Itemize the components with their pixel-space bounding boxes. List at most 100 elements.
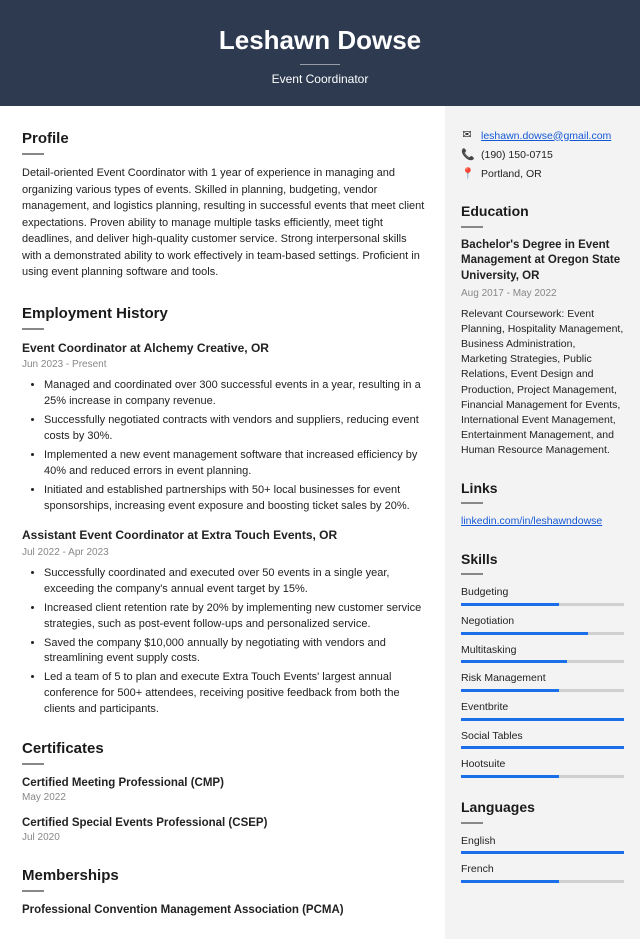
education-text: Relevant Coursework: Event Planning, Hos…: [461, 307, 624, 459]
bullet: Successfully negotiated contracts with v…: [44, 413, 427, 445]
skill-item: English: [461, 834, 624, 855]
section-underline: [22, 890, 44, 892]
pin-icon: 📍: [461, 167, 473, 182]
contact-location-row: 📍 Portland, OR: [461, 167, 624, 182]
skill-bar: [461, 775, 624, 778]
section-underline: [22, 153, 44, 155]
skill-item: Hootsuite: [461, 757, 624, 778]
profile-text: Detail-oriented Event Coordinator with 1…: [22, 165, 427, 281]
links-section: Links linkedin.com/in/leshawndowse: [461, 479, 624, 530]
linkedin-link[interactable]: linkedin.com/in/leshawndowse: [461, 515, 602, 527]
contact-section: ✉ leshawn.dowse@gmail.com 📞 (190) 150-07…: [461, 128, 624, 182]
person-name: Leshawn Dowse: [0, 22, 640, 58]
skill-name: Risk Management: [461, 671, 624, 686]
skill-item: Eventbrite: [461, 700, 624, 721]
skill-item: Negotiation: [461, 614, 624, 635]
skill-bar: [461, 746, 624, 749]
bullet: Increased client retention rate by 20% b…: [44, 601, 427, 633]
skills-section: Skills Budgeting Negotiation Multitasking R…: [461, 550, 624, 778]
certificate-date: Jul 2020: [22, 831, 427, 845]
bullet: Initiated and established partnerships w…: [44, 483, 427, 515]
header-divider: [300, 64, 340, 65]
memberships-section: Memberships Professional Convention Mana…: [22, 865, 427, 918]
bullet: Managed and coordinated over 300 success…: [44, 378, 427, 410]
section-underline: [461, 822, 483, 824]
skill-fill: [461, 660, 567, 663]
skill-item: Social Tables: [461, 729, 624, 750]
bullet: Implemented a new event management softw…: [44, 448, 427, 480]
content-columns: Profile Detail-oriented Event Coordinato…: [0, 106, 640, 938]
bullet: Saved the company $10,000 annually by ne…: [44, 636, 427, 668]
skill-bar: [461, 660, 624, 663]
degree-title: Bachelor's Degree in Event Management at…: [461, 238, 624, 285]
certificate-title: Certified Special Events Professional (C…: [22, 815, 427, 831]
languages-list: English French: [461, 834, 624, 883]
skill-fill: [461, 851, 624, 854]
sidebar-column: ✉ leshawn.dowse@gmail.com 📞 (190) 150-07…: [445, 106, 640, 938]
job-date: Jul 2022 - Apr 2023: [22, 546, 427, 560]
profile-section: Profile Detail-oriented Event Coordinato…: [22, 128, 427, 281]
phone-text: (190) 150-0715: [481, 148, 553, 163]
skill-fill: [461, 880, 559, 883]
certificate-date: May 2022: [22, 791, 427, 805]
resume-header: Leshawn Dowse Event Coordinator: [0, 0, 640, 106]
memberships-heading: Memberships: [22, 865, 427, 886]
skill-name: Eventbrite: [461, 700, 624, 715]
bullet: Successfully coordinated and executed ov…: [44, 566, 427, 598]
certificates-heading: Certificates: [22, 738, 427, 759]
skill-fill: [461, 718, 624, 721]
job-bullets: Successfully coordinated and executed ov…: [22, 566, 427, 718]
skill-bar: [461, 880, 624, 883]
certificates-section: Certificates Certified Meeting Professio…: [22, 738, 427, 845]
education-section: Education Bachelor's Degree in Event Man…: [461, 202, 624, 458]
skill-item: Multitasking: [461, 643, 624, 664]
links-heading: Links: [461, 479, 624, 499]
job-bullets: Managed and coordinated over 300 success…: [22, 378, 427, 515]
languages-heading: Languages: [461, 798, 624, 818]
certificate-title: Certified Meeting Professional (CMP): [22, 775, 427, 791]
section-underline: [22, 763, 44, 765]
skill-bar: [461, 603, 624, 606]
envelope-icon: ✉: [461, 128, 473, 143]
skill-name: Multitasking: [461, 643, 624, 658]
skill-name: Social Tables: [461, 729, 624, 744]
job-entry: Assistant Event Coordinator at Extra Tou…: [22, 527, 427, 718]
education-date: Aug 2017 - May 2022: [461, 287, 624, 301]
languages-section: Languages English French: [461, 798, 624, 883]
section-underline: [461, 502, 483, 504]
section-underline: [22, 328, 44, 330]
skill-bar: [461, 718, 624, 721]
contact-phone-row: 📞 (190) 150-0715: [461, 148, 624, 163]
email-link[interactable]: leshawn.dowse@gmail.com: [481, 129, 611, 144]
skill-bar: [461, 632, 624, 635]
skill-name: Budgeting: [461, 585, 624, 600]
main-column: Profile Detail-oriented Event Coordinato…: [0, 106, 445, 938]
job-title: Event Coordinator: [0, 71, 640, 88]
skill-bar: [461, 851, 624, 854]
skill-fill: [461, 689, 559, 692]
skills-list: Budgeting Negotiation Multitasking Risk Man…: [461, 585, 624, 778]
education-heading: Education: [461, 202, 624, 222]
location-text: Portland, OR: [481, 167, 542, 182]
skill-fill: [461, 603, 559, 606]
bullet: Led a team of 5 to plan and execute Extr…: [44, 670, 427, 718]
employment-section: Employment History Event Coordinator at …: [22, 303, 427, 719]
skill-item: Risk Management: [461, 671, 624, 692]
skill-item: Budgeting: [461, 585, 624, 606]
job-title-text: Assistant Event Coordinator at Extra Tou…: [22, 527, 427, 544]
profile-heading: Profile: [22, 128, 427, 149]
employment-heading: Employment History: [22, 303, 427, 324]
skill-name: Negotiation: [461, 614, 624, 629]
skill-name: French: [461, 862, 624, 877]
certificate-entry: Certified Special Events Professional (C…: [22, 815, 427, 845]
section-underline: [461, 226, 483, 228]
section-underline: [461, 573, 483, 575]
skill-name: English: [461, 834, 624, 849]
contact-email-row: ✉ leshawn.dowse@gmail.com: [461, 128, 624, 143]
certificate-entry: Certified Meeting Professional (CMP) May…: [22, 775, 427, 805]
job-title-text: Event Coordinator at Alchemy Creative, O…: [22, 340, 427, 357]
skills-heading: Skills: [461, 550, 624, 570]
skill-fill: [461, 746, 624, 749]
skill-fill: [461, 632, 588, 635]
job-date: Jun 2023 - Present: [22, 358, 427, 372]
